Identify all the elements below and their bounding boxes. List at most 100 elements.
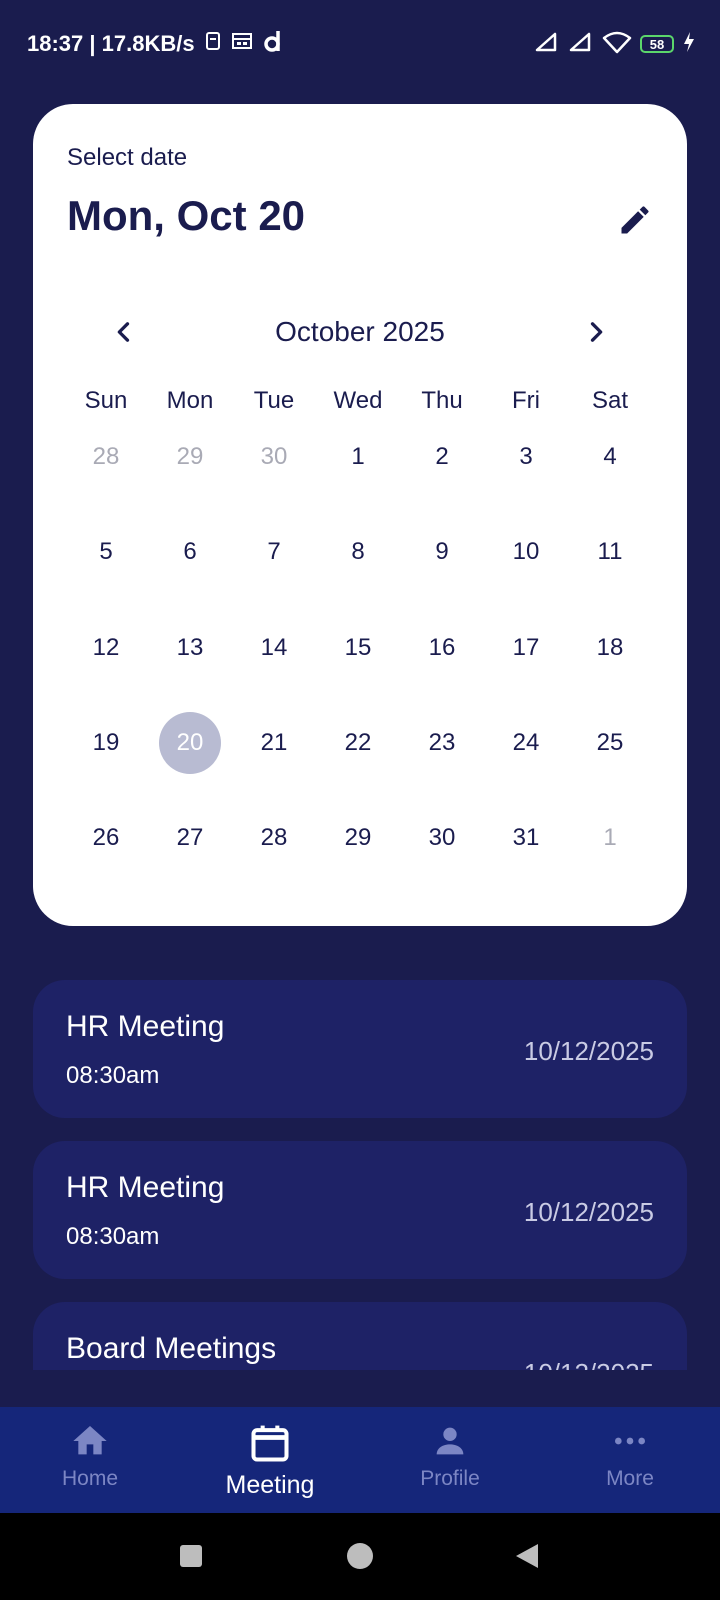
wifi-icon [602,30,632,59]
calendar-day[interactable]: 28 [232,807,316,869]
pencil-icon [621,206,649,234]
calendar-day-label: 29 [344,824,372,852]
calendar-day-label: 12 [92,633,120,661]
calendar-day[interactable]: 8 [316,521,400,583]
calendar-day[interactable]: 17 [484,617,568,679]
calendar-day[interactable]: 26 [64,807,148,869]
calendar-day-label: 28 [92,443,120,470]
calendar-day-label: 18 [596,633,624,661]
calendar-day[interactable]: 24 [484,712,568,774]
weekday-label: Wed [333,387,383,414]
nav-label: Home [61,1467,119,1490]
meeting-card[interactable]: Board Meetings 10/12/2025 [33,1302,687,1370]
nav-item-meeting[interactable]: Meeting [180,1407,360,1513]
calendar-day[interactable]: 15 [316,617,400,679]
picker-header-label: Select date [67,144,188,171]
calendar-day[interactable]: 13 [148,617,232,679]
calendar-day[interactable]: 18 [568,617,652,679]
nav-item-home[interactable]: Home [0,1407,180,1513]
sim-icon [205,31,221,57]
calendar-day[interactable]: 19 [64,712,148,774]
calendar-day[interactable]: 30 [232,426,316,488]
status-bar: 18:37 | 17.8KB/s 58 [0,0,720,88]
meeting-card[interactable]: HR Meeting 08:30am 10/12/2025 [33,1141,687,1279]
calendar-day[interactable]: 29 [148,426,232,488]
calendar-day-label: 6 [183,538,197,566]
calendar-day-label: 7 [267,538,281,566]
status-right: 58 [534,28,696,60]
calendar-day[interactable]: 3 [484,426,568,488]
calendar-day-label: 1 [603,824,617,852]
triangle-back-icon [516,1544,538,1568]
calendar-day[interactable]: 11 [568,521,652,583]
calendar-day[interactable]: 10 [484,521,568,583]
home-system-button[interactable] [345,1541,375,1571]
recents-button[interactable] [176,1541,206,1571]
next-month-button[interactable] [572,308,620,356]
calendar-day-label: 1 [351,443,365,470]
calendar-day[interactable]: 1 [316,426,400,488]
chevron-right-icon [590,322,603,342]
calendar-day[interactable]: 25 [568,712,652,774]
meeting-title: Board Meetings [66,1332,277,1365]
calendar-day[interactable]: 27 [148,807,232,869]
more-dots-icon [615,1437,645,1445]
nav-item-profile[interactable]: Profile [360,1407,540,1513]
calendar-day[interactable]: 21 [232,712,316,774]
calendar-day-label: 30 [428,824,456,852]
month-navigation: October 2025 [33,304,687,360]
calendar-day-label: 23 [428,728,456,756]
calendar-day[interactable]: 9 [400,521,484,583]
calendar-day-label: 19 [92,728,120,756]
calendar-day-label: 10 [512,538,540,566]
calendar-day[interactable]: 22 [316,712,400,774]
calendar-day-label: 8 [351,538,365,566]
calendar-day-label: 17 [512,633,540,661]
calendar-day-label: 13 [176,633,204,661]
calendar-day-selected[interactable]: 20 [148,711,232,774]
edit-date-button[interactable] [613,198,657,242]
calendar-day[interactable]: 23 [400,712,484,774]
calendar-day-label: 14 [260,633,288,661]
meeting-date: 10/12/2025 [523,1197,654,1227]
meeting-card[interactable]: HR Meeting 08:30am 10/12/2025 [33,980,687,1118]
back-button[interactable] [512,1541,542,1571]
calendar-icon [251,1425,289,1462]
calendar-day[interactable]: 30 [400,807,484,869]
calendar-day[interactable]: 2 [400,426,484,488]
nav-label: Profile [420,1467,480,1490]
calendar-day[interactable]: 12 [64,617,148,679]
calendar-day-label: 22 [344,728,372,756]
meetings-list: HR Meeting 08:30am 10/12/2025 HR Meeting… [33,980,687,1370]
calendar-day[interactable]: 4 [568,426,652,488]
calendar-day-label: 15 [344,633,372,661]
person-icon [436,1427,464,1455]
date-picker-card: Select date Mon, Oct 20 October 2025 Sun… [33,104,687,926]
calendar-day[interactable]: 16 [400,617,484,679]
weekday-label: Sat [591,387,629,414]
battery-level: 58 [649,36,665,52]
nav-item-more[interactable]: More [540,1407,720,1513]
calendar-day-label: 4 [603,443,617,470]
meeting-date: 10/12/2025 [524,1358,654,1370]
bottom-navigation: Home Meeting Profile More [0,1407,720,1513]
nav-label: More [606,1467,654,1490]
meeting-time: 08:30am [66,1062,160,1089]
weekday-label: Sun [84,387,128,414]
calendar-day[interactable]: 29 [316,807,400,869]
calendar-day[interactable]: 28 [64,426,148,488]
weekday-label: Mon [166,387,214,414]
calendar-day-label: 11 [597,538,623,566]
weekday-header-row: Sun Mon Tue Wed Thu Fri Sat [64,387,652,427]
weekday-label: Tue [253,387,295,414]
calendar-day[interactable]: 31 [484,807,568,869]
calendar-day[interactable]: 7 [232,521,316,583]
circle-icon [347,1543,373,1569]
calendar-day[interactable]: 1 [568,807,652,869]
calendar-day[interactable]: 14 [232,617,316,679]
calendar-day[interactable]: 6 [148,521,232,583]
calendar-day-label: 27 [176,824,204,852]
calendar-day-label: 16 [428,633,456,661]
calendar-day[interactable]: 5 [64,521,148,583]
system-navigation-bar [0,1513,720,1600]
